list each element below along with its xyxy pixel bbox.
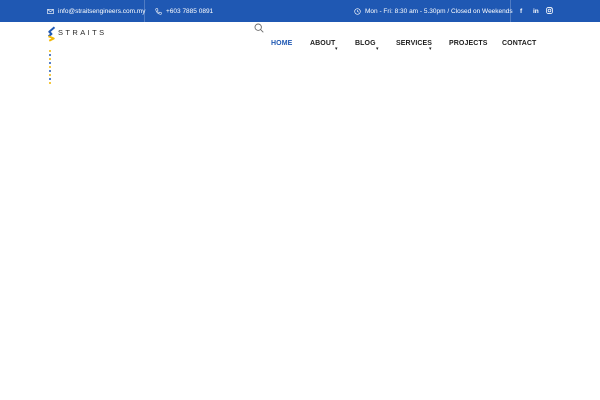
nav-home[interactable]: HOME — [271, 40, 292, 47]
site-header: STRAITS HOME ABOUT ▾ BLOG ▾ SERVICES ▾ P… — [0, 22, 600, 92]
logo-text: STRAITS — [58, 28, 107, 37]
email-text[interactable]: info@straitsengineers.com.my — [58, 8, 146, 15]
linkedin-icon[interactable]: in — [533, 8, 539, 15]
instagram-icon[interactable] — [546, 7, 553, 14]
topbar-divider — [510, 0, 511, 22]
business-hours: Mon - Fri: 8:30 am - 5.30pm / Closed on … — [354, 0, 513, 22]
search-icon[interactable] — [254, 23, 264, 33]
email-contact[interactable]: info@straitsengineers.com.my — [47, 0, 146, 22]
nav-about[interactable]: ABOUT — [310, 40, 335, 47]
top-info-bar: info@straitsengineers.com.my +603 7885 0… — [0, 0, 600, 22]
topbar-divider — [144, 0, 145, 22]
phone-icon — [155, 7, 162, 15]
facebook-icon[interactable]: f — [520, 8, 522, 15]
nav-projects[interactable]: PROJECTS — [449, 40, 488, 47]
decorative-dots — [49, 50, 52, 86]
hours-text: Mon - Fri: 8:30 am - 5.30pm / Closed on … — [365, 7, 513, 15]
main-content — [0, 92, 600, 400]
nav-services[interactable]: SERVICES — [396, 40, 432, 47]
phone-text[interactable]: +603 7885 0891 — [166, 8, 213, 15]
phone-contact[interactable]: +603 7885 0891 — [155, 0, 213, 22]
nav-contact[interactable]: CONTACT — [502, 40, 536, 47]
envelope-icon — [47, 8, 54, 14]
chevron-down-icon: ▾ — [335, 46, 338, 52]
nav-blog[interactable]: BLOG — [355, 40, 376, 47]
chevron-down-icon: ▾ — [376, 46, 379, 52]
clock-icon — [354, 7, 361, 15]
main-nav: HOME ABOUT ▾ BLOG ▾ SERVICES ▾ PROJECTS … — [0, 40, 600, 54]
chevron-down-icon: ▾ — [429, 46, 432, 52]
